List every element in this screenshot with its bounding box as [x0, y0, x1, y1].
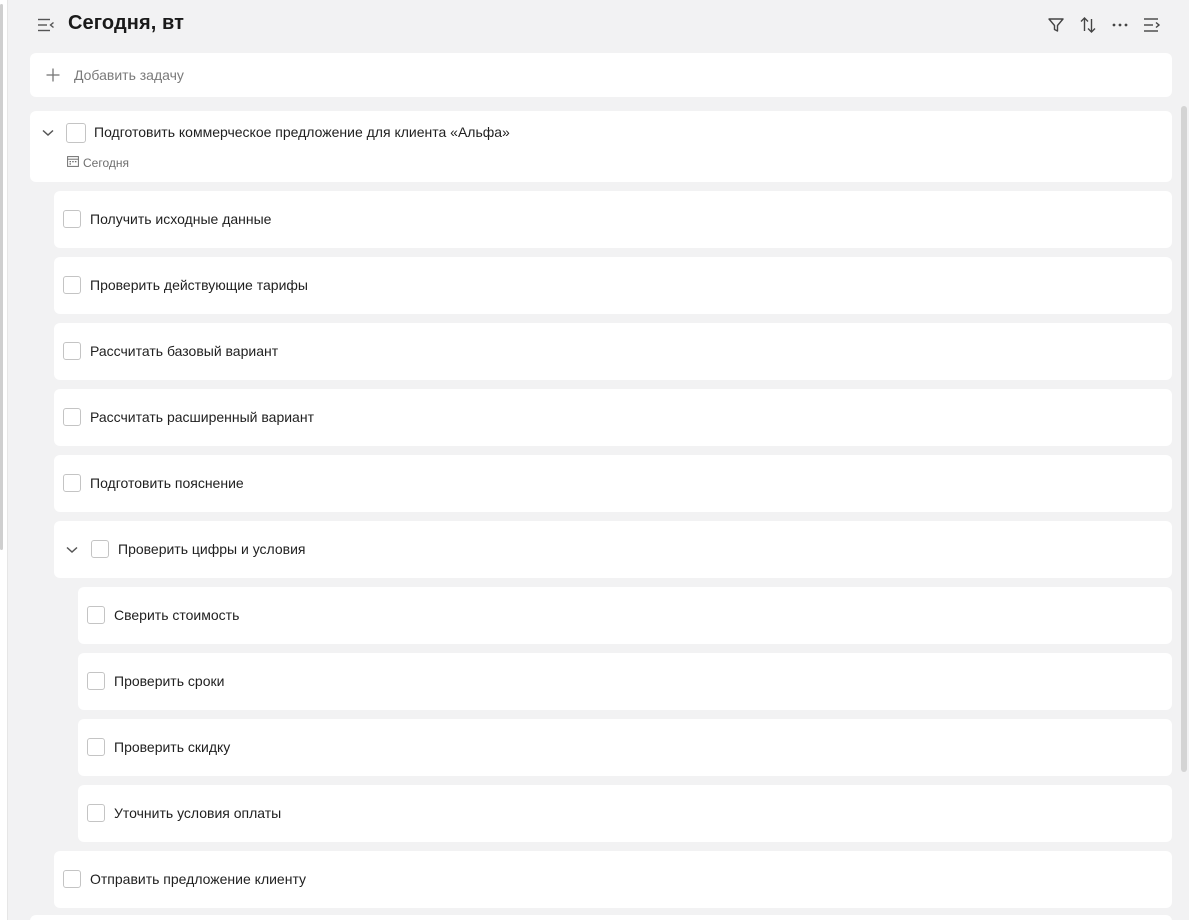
task-title: Проверить скидку: [114, 739, 231, 755]
task-checkbox[interactable]: [87, 672, 105, 690]
due-date-label: Сегодня: [83, 156, 129, 170]
subtask-card[interactable]: Проверить действующие тарифы: [54, 257, 1172, 314]
subtask-card[interactable]: Рассчитать базовый вариант: [54, 323, 1172, 380]
task-checkbox[interactable]: [63, 210, 81, 228]
page-header: Сегодня, вт: [8, 0, 1189, 50]
calendar-icon: [67, 154, 79, 172]
chevron-down-icon[interactable]: [40, 125, 56, 141]
task-title: Сверить стоимость: [114, 607, 240, 623]
add-task-label: Добавить задачу: [74, 67, 184, 83]
due-date: Сегодня: [67, 154, 129, 172]
task-checkbox[interactable]: [63, 342, 81, 360]
task-title: Отправить предложение клиенту: [90, 871, 307, 887]
subtask-card-group[interactable]: Проверить цифры и условия: [54, 521, 1172, 578]
plus-icon: [44, 66, 62, 84]
task-title: Проверить сроки: [114, 673, 225, 689]
more-icon[interactable]: [1109, 14, 1131, 36]
task-checkbox[interactable]: [87, 606, 105, 624]
subtask-card[interactable]: Уточнить условия оплаты: [78, 785, 1172, 842]
task-checkbox[interactable]: [87, 738, 105, 756]
task-card-parent[interactable]: Подготовить коммерческое предложение для…: [30, 111, 1172, 182]
task-card-next[interactable]: [30, 915, 1172, 920]
page-title: Сегодня, вт: [68, 12, 185, 34]
task-list-view: Сегодня, вт Добавить задачу Подготовить …: [8, 0, 1189, 920]
sort-icon[interactable]: [1077, 14, 1099, 36]
task-checkbox[interactable]: [63, 870, 81, 888]
chevron-down-icon[interactable]: [64, 542, 80, 558]
task-checkbox[interactable]: [87, 804, 105, 822]
task-title: Уточнить условия оплаты: [114, 805, 282, 821]
subtask-card[interactable]: Отправить предложение клиенту: [54, 851, 1172, 908]
task-checkbox[interactable]: [91, 540, 109, 558]
subtask-card[interactable]: Получить исходные данные: [54, 191, 1172, 248]
filter-icon[interactable]: [1045, 14, 1067, 36]
task-title: Получить исходные данные: [90, 211, 272, 227]
task-checkbox[interactable]: [66, 123, 86, 143]
left-rail-scrollbar[interactable]: [0, 4, 3, 550]
task-checkbox[interactable]: [63, 408, 81, 426]
subtask-card[interactable]: Подготовить пояснение: [54, 455, 1172, 512]
menu-collapse-icon[interactable]: [35, 14, 57, 36]
add-task-button[interactable]: Добавить задачу: [30, 53, 1172, 97]
task-title: Рассчитать базовый вариант: [90, 343, 279, 359]
task-title: Подготовить пояснение: [90, 475, 244, 491]
details-panel-icon[interactable]: [1141, 14, 1163, 36]
list-scrollbar[interactable]: [1181, 106, 1187, 772]
task-checkbox[interactable]: [63, 474, 81, 492]
task-title: Проверить цифры и условия: [118, 541, 306, 557]
subtask-card[interactable]: Сверить стоимость: [78, 587, 1172, 644]
subtask-card[interactable]: Рассчитать расширенный вариант: [54, 389, 1172, 446]
task-title: Рассчитать расширенный вариант: [90, 409, 314, 425]
subtask-card[interactable]: Проверить скидку: [78, 719, 1172, 776]
left-rail: [0, 0, 8, 920]
task-checkbox[interactable]: [63, 276, 81, 294]
subtask-card[interactable]: Проверить сроки: [78, 653, 1172, 710]
task-title: Подготовить коммерческое предложение для…: [94, 124, 510, 140]
task-title: Проверить действующие тарифы: [90, 277, 308, 293]
